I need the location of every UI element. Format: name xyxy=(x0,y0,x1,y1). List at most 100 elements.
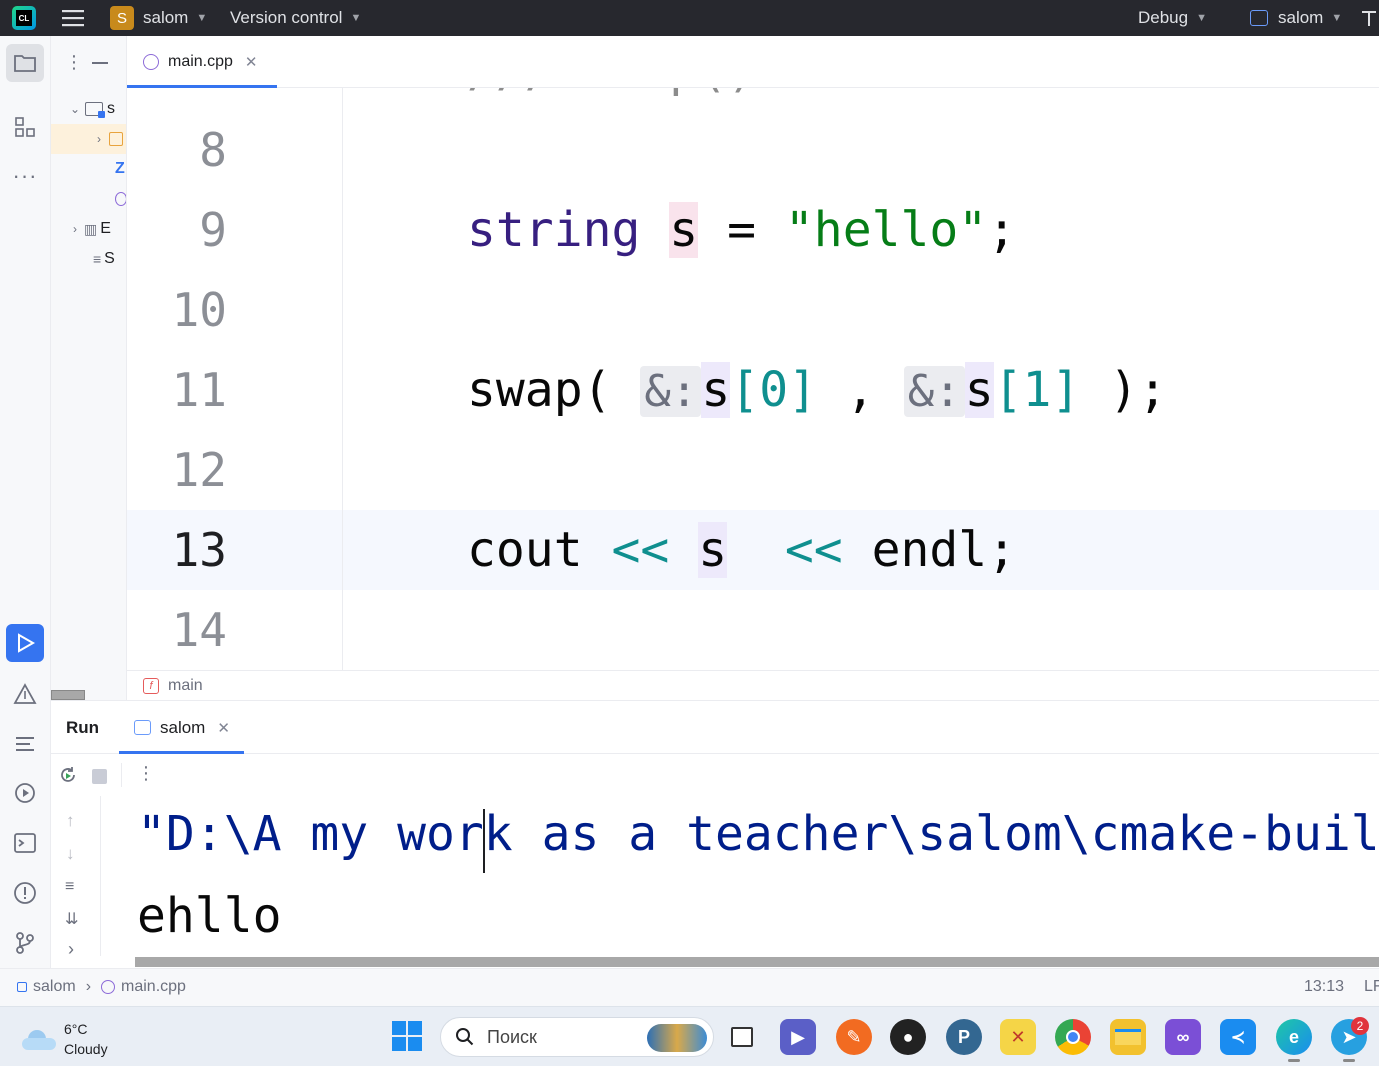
git-tool-button[interactable] xyxy=(6,924,44,962)
git-branch-icon xyxy=(16,932,34,954)
edge-icon[interactable]: e xyxy=(1276,1019,1312,1055)
arrow-down-icon[interactable]: ↓ xyxy=(66,844,75,864)
run-tool-button[interactable] xyxy=(6,624,44,662)
more-tools-icon[interactable]: ··· xyxy=(6,157,44,195)
code-type: string xyxy=(467,202,641,258)
code-string: "hello" xyxy=(784,202,988,258)
main-menu-icon[interactable] xyxy=(60,0,86,36)
line-number-current: 13 xyxy=(127,510,342,590)
tree-item-main-cpp[interactable] xyxy=(51,184,126,214)
stop-icon[interactable] xyxy=(92,769,107,784)
warning-circle-icon xyxy=(14,882,36,904)
cmake-tool-button[interactable] xyxy=(6,675,44,713)
cloud-icon xyxy=(22,1028,56,1050)
caret-position[interactable]: 13:13 xyxy=(1304,978,1344,996)
scroll-to-end-icon[interactable]: ⇊ xyxy=(65,909,78,929)
tree-item-external-libraries[interactable]: › ▥ E xyxy=(51,214,126,244)
project-panel: ⋮ ⌄ s › Z › ▥ E ≡ S xyxy=(51,36,127,700)
problems-tool-button[interactable] xyxy=(6,874,44,912)
minimize-icon[interactable] xyxy=(92,62,108,64)
project-selector[interactable]: S salom ▼ xyxy=(110,0,207,36)
tab-run-salom[interactable]: salom ✕ xyxy=(119,701,244,754)
run-config-selector[interactable]: Debug ▼ xyxy=(1138,0,1207,36)
code-editor: main.cpp ✕ 8 9 10 11 12 13 14 /// swap()… xyxy=(127,36,1379,700)
status-project[interactable]: salom xyxy=(33,978,76,996)
line-number: 12 xyxy=(171,443,227,497)
messages-tool-button[interactable] xyxy=(6,725,44,763)
parameter-hint: &: xyxy=(640,366,702,417)
parameter-hint: &: xyxy=(903,366,965,417)
app-logo-icon[interactable]: CL xyxy=(12,0,36,36)
tree-item-cmake-build-folder[interactable]: › xyxy=(51,124,126,154)
code-area[interactable]: /// swap() string s = "hello"; swap( &:s… xyxy=(343,88,1379,670)
options-kebab-icon[interactable]: ⋮ xyxy=(65,52,83,73)
obs-icon[interactable]: ● xyxy=(890,1019,926,1055)
services-tool-button[interactable] xyxy=(6,774,44,812)
close-icon[interactable]: ✕ xyxy=(245,53,258,71)
close-icon[interactable]: ✕ xyxy=(217,719,230,737)
chevron-right-icon[interactable]: › xyxy=(68,939,74,960)
console-horizontal-scrollbar[interactable] xyxy=(135,957,1379,967)
vcs-menu[interactable]: Version control ▼ xyxy=(230,0,361,36)
code-variable: s xyxy=(701,362,731,418)
project-badge: S xyxy=(110,6,134,30)
cmake-icon xyxy=(13,683,37,704)
chevron-down-icon: ▼ xyxy=(196,12,208,24)
tree-item-project-root[interactable]: ⌄ s xyxy=(51,94,126,124)
breadcrumb-function[interactable]: main xyxy=(168,677,203,695)
teams-icon[interactable]: ▶ xyxy=(780,1019,816,1055)
code-variable: s xyxy=(669,202,699,258)
file-explorer-icon[interactable] xyxy=(1110,1019,1146,1055)
weather-widget[interactable]: 6°C Cloudy xyxy=(22,1019,108,1059)
services-icon xyxy=(15,783,35,803)
code-line-11: swap( &:s[0] , &:s[1] ); xyxy=(343,350,1379,430)
cmake-file-icon: Z xyxy=(115,160,125,177)
chevron-down-icon: ⌄ xyxy=(69,102,81,116)
structure-tool-button[interactable] xyxy=(6,108,44,146)
line-ending[interactable]: LF xyxy=(1364,978,1379,996)
task-view-icon[interactable] xyxy=(724,1019,760,1055)
chrome-icon[interactable] xyxy=(1055,1019,1091,1055)
tree-item-scratches[interactable]: ≡ S xyxy=(51,244,126,274)
console-output[interactable]: "D:\A my work as a teacher\salom\cmake-b… xyxy=(101,796,1379,956)
arrow-up-icon[interactable]: ↑ xyxy=(66,811,75,831)
project-tool-button[interactable] xyxy=(6,44,44,82)
build-icon[interactable] xyxy=(1360,0,1379,36)
module-icon xyxy=(17,982,27,992)
status-file[interactable]: main.cpp xyxy=(121,978,186,996)
windows-start-icon[interactable] xyxy=(392,1021,422,1051)
tree-item-cmakelists[interactable]: Z xyxy=(51,154,126,184)
function-icon: f xyxy=(143,677,159,694)
more-options-kebab-icon[interactable]: ⋮ xyxy=(137,763,155,784)
structure-icon xyxy=(15,117,35,137)
postgres-elephant-icon[interactable]: P xyxy=(946,1019,982,1055)
target-selector[interactable]: salom ▼ xyxy=(1250,0,1342,36)
tab-label: main.cpp xyxy=(168,53,233,70)
taskbar-search[interactable]: Поиск xyxy=(440,1017,714,1057)
soft-wrap-icon[interactable]: ≡ xyxy=(65,878,74,896)
rerun-icon[interactable] xyxy=(57,764,79,791)
library-icon: ▥ xyxy=(84,220,98,237)
vscode-icon[interactable]: ≺ xyxy=(1220,1019,1256,1055)
pencil-app-icon[interactable]: ✎ xyxy=(836,1019,872,1055)
code-operator: << xyxy=(582,522,699,578)
terminal-tool-button[interactable] xyxy=(6,824,44,862)
module-folder-icon xyxy=(85,102,105,118)
weather-desc: Cloudy xyxy=(64,1041,108,1057)
tools-app-icon[interactable]: ✕ xyxy=(1000,1019,1036,1055)
panel-scrollbar[interactable] xyxy=(51,690,85,700)
editor-breadcrumb[interactable]: f main xyxy=(127,670,1379,700)
visual-studio-icon[interactable]: ∞ xyxy=(1165,1019,1201,1055)
weather-temp: 6°C xyxy=(64,1021,88,1037)
project-name: salom xyxy=(143,8,189,27)
search-highlight-image xyxy=(647,1024,707,1052)
window-icon xyxy=(134,720,151,735)
status-bar: salom › main.cpp 13:13 LF xyxy=(0,968,1379,1006)
line-number: 11 xyxy=(171,363,227,417)
tree-item-label: s xyxy=(107,100,115,117)
chevron-down-icon: ▼ xyxy=(350,12,362,24)
chevron-down-icon: ▼ xyxy=(1196,12,1207,24)
play-icon xyxy=(18,633,36,653)
code-line-9: string s = "hello"; xyxy=(343,190,1379,270)
tab-main-cpp[interactable]: main.cpp ✕ xyxy=(127,36,277,88)
